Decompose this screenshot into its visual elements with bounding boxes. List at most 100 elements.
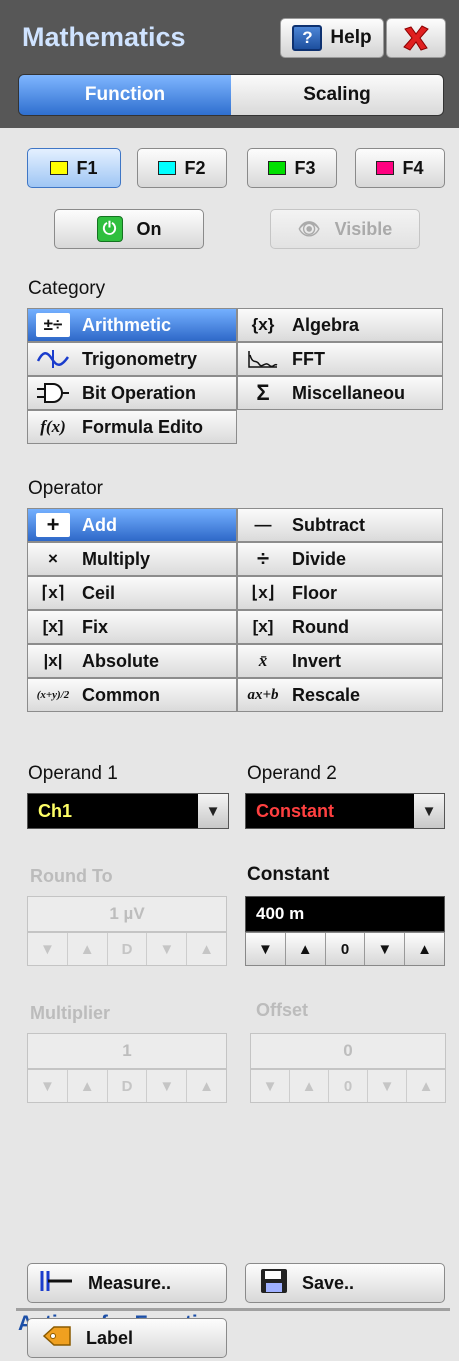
chevron-down-icon[interactable]: ▼ xyxy=(414,794,444,828)
offset-label: Offset xyxy=(256,1000,309,1020)
invert-icon: x̄ xyxy=(258,651,268,670)
operator-add[interactable]: + Add xyxy=(27,508,237,542)
function-f3-button[interactable]: F3 xyxy=(247,148,337,188)
zero-button[interactable]: 0 xyxy=(325,933,366,965)
function-f2-button[interactable]: F2 xyxy=(137,148,227,188)
close-button[interactable] xyxy=(386,18,446,58)
operator-label: Divide xyxy=(292,548,347,569)
multiplier-value[interactable]: 1 xyxy=(27,1033,227,1069)
spectrum-icon xyxy=(246,349,280,369)
visible-button[interactable]: 👁 Visible xyxy=(270,209,420,249)
offset-value[interactable]: 0 xyxy=(250,1033,446,1069)
fine-up-button[interactable]: ▲ xyxy=(187,933,226,965)
fine-down-button[interactable]: ▼ xyxy=(147,1070,188,1102)
f1-label: F1 xyxy=(76,157,98,178)
coarse-up-button[interactable]: ▲ xyxy=(67,1070,108,1102)
operator-label: Fix xyxy=(82,616,109,637)
fine-down-button[interactable]: ▼ xyxy=(365,933,406,965)
coarse-down-button[interactable]: ▼ xyxy=(251,1070,290,1102)
constant-label: Constant xyxy=(247,864,330,885)
sine-wave-icon xyxy=(36,349,70,369)
visible-label: Visible xyxy=(334,218,393,239)
divider xyxy=(16,1308,450,1311)
operator-label: Add xyxy=(82,514,117,535)
operator-label: Rescale xyxy=(292,684,361,705)
category-bit-operation[interactable]: Bit Operation xyxy=(27,376,237,410)
round-to-value[interactable]: 1 µV xyxy=(27,896,227,932)
operator-divide[interactable]: ÷ Divide xyxy=(237,542,443,576)
operand1-select[interactable]: Ch1 ▼ xyxy=(27,793,229,829)
round-to-stepper: ▼ ▲ D ▼ ▲ xyxy=(27,932,227,966)
operator-invert[interactable]: x̄ Invert xyxy=(237,644,443,678)
fix-icon: [x] xyxy=(42,617,64,636)
arithmetic-icon: ±÷ xyxy=(36,313,70,337)
operator-label: Multiply xyxy=(82,548,150,569)
operator-ceil[interactable]: ⌈x⌉ Ceil xyxy=(27,576,237,610)
tab-scaling[interactable]: Scaling xyxy=(231,75,443,115)
category-miscellaneous[interactable]: Σ Miscellaneou xyxy=(237,376,443,410)
tab-bar: Function Scaling xyxy=(18,74,444,116)
function-icon: f(x) xyxy=(40,417,66,436)
category-formula-editor[interactable]: f(x) Formula Edito xyxy=(27,410,237,444)
constant-stepper: ▼ ▲ 0 ▼ ▲ xyxy=(245,932,445,966)
category-label: Miscellaneou xyxy=(292,382,406,403)
help-button[interactable]: ? Help xyxy=(280,18,384,58)
f2-color-swatch xyxy=(158,161,177,175)
operator-fix[interactable]: [x] Fix xyxy=(27,610,237,644)
function-f4-button[interactable]: F4 xyxy=(355,148,445,188)
operand2-select[interactable]: Constant ▼ xyxy=(245,793,445,829)
category-fft[interactable]: FFT xyxy=(237,342,443,376)
function-f1-button[interactable]: F1 xyxy=(27,148,121,188)
coarse-up-button[interactable]: ▲ xyxy=(290,1070,329,1102)
coarse-down-button[interactable]: ▼ xyxy=(28,933,68,965)
operator-label: Absolute xyxy=(82,650,160,671)
offset-stepper: ▼ ▲ 0 ▼ ▲ xyxy=(250,1069,446,1103)
help-label: Help xyxy=(330,27,372,48)
label-button[interactable]: Label xyxy=(27,1318,227,1358)
f2-label: F2 xyxy=(184,157,206,178)
round-to-label: Round To xyxy=(30,866,113,886)
category-algebra[interactable]: {x} Algebra xyxy=(237,308,443,342)
category-trigonometry[interactable]: Trigonometry xyxy=(27,342,237,376)
category-arithmetic[interactable]: ±÷ Arithmetic xyxy=(27,308,237,342)
operator-common[interactable]: (x+y)/2 Common xyxy=(27,678,237,712)
sigma-icon: Σ xyxy=(256,380,270,405)
operator-subtract[interactable]: — Subtract xyxy=(237,508,443,542)
category-label: Trigonometry xyxy=(82,348,198,369)
category-label: Bit Operation xyxy=(82,382,197,403)
f3-color-swatch xyxy=(268,161,287,175)
default-button[interactable]: D xyxy=(107,1070,148,1102)
fine-up-button[interactable]: ▲ xyxy=(187,1070,226,1102)
coarse-down-button[interactable]: ▼ xyxy=(246,933,286,965)
operator-label: Common xyxy=(82,684,160,705)
fine-up-button[interactable]: ▲ xyxy=(407,1070,445,1102)
operator-label: Invert xyxy=(292,650,342,671)
operator-grid: + Add — Subtract × Multiply ÷ Divide ⌈x⌉… xyxy=(27,508,443,712)
measure-button[interactable]: Measure.. xyxy=(27,1263,227,1303)
operator-label: Ceil xyxy=(82,582,116,603)
coarse-down-button[interactable]: ▼ xyxy=(28,1070,68,1102)
default-button[interactable]: D xyxy=(107,933,148,965)
coarse-up-button[interactable]: ▲ xyxy=(67,933,108,965)
chevron-down-icon[interactable]: ▼ xyxy=(198,794,228,828)
operator-label: Subtract xyxy=(292,514,366,535)
operator-multiply[interactable]: × Multiply xyxy=(27,542,237,576)
fine-down-button[interactable]: ▼ xyxy=(368,1070,407,1102)
operator-round[interactable]: [x] Round xyxy=(237,610,443,644)
operator-floor[interactable]: ⌊x⌋ Floor xyxy=(237,576,443,610)
save-button[interactable]: Save.. xyxy=(245,1263,445,1303)
tab-function[interactable]: Function xyxy=(19,75,231,115)
category-grid: ±÷ Arithmetic {x} Algebra Trigonometry F… xyxy=(27,308,443,444)
round-icon: [x] xyxy=(252,617,274,636)
coarse-up-button[interactable]: ▲ xyxy=(285,933,326,965)
category-label: FFT xyxy=(292,348,325,369)
fine-down-button[interactable]: ▼ xyxy=(147,933,188,965)
on-button[interactable]: ⏻ On xyxy=(54,209,204,249)
operator-absolute[interactable]: |x| Absolute xyxy=(27,644,237,678)
constant-input[interactable]: 400 m xyxy=(245,896,445,932)
zero-button[interactable]: 0 xyxy=(329,1070,368,1102)
operator-rescale[interactable]: ax+b Rescale xyxy=(237,678,443,712)
fine-up-button[interactable]: ▲ xyxy=(405,933,444,965)
ceil-icon: ⌈x⌉ xyxy=(41,583,65,602)
help-icon: ? xyxy=(292,25,323,51)
